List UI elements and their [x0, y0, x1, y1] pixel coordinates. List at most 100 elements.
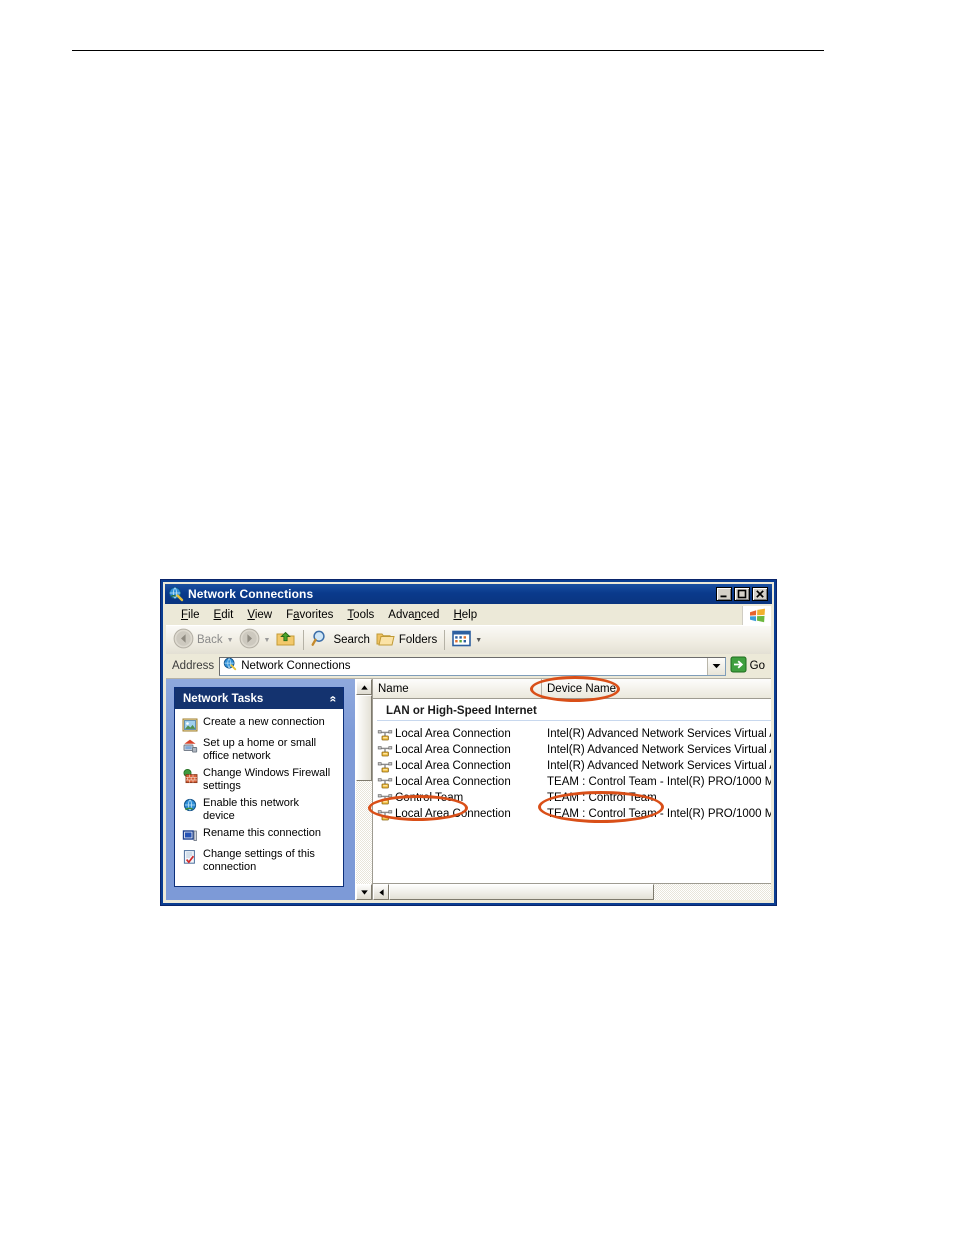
chevron-double-up-icon[interactable]: «: [327, 695, 341, 702]
forward-dropdown-icon[interactable]: ▼: [264, 637, 271, 644]
folders-icon: [376, 630, 396, 651]
forward-button[interactable]: [236, 628, 263, 652]
toolbar-separator-2: [444, 630, 446, 650]
lan-connection-icon: [377, 774, 393, 790]
back-label: Back: [197, 634, 223, 646]
group-header-lan: LAN or High-Speed Internet: [377, 701, 771, 721]
lan-connection-icon: [377, 790, 393, 806]
horizontal-scrollbar[interactable]: [373, 883, 771, 900]
go-button[interactable]: Go: [726, 656, 769, 676]
maximize-button[interactable]: [734, 587, 750, 601]
device-name: Intel(R) Advanced Network Services Virtu…: [547, 744, 771, 756]
column-header-name[interactable]: Name: [373, 679, 542, 698]
lan-connection-icon: [377, 758, 393, 774]
up-button[interactable]: [272, 628, 299, 652]
back-arrow-icon: [173, 628, 194, 652]
task-label: Set up a home or small office network: [203, 737, 317, 762]
folders-button[interactable]: Folders: [373, 628, 440, 652]
lan-connection-icon: [377, 726, 393, 742]
address-bar: Address Network Connections Go: [166, 654, 771, 678]
task-label: Rename this connection: [203, 827, 322, 839]
window-controls: [716, 587, 770, 601]
table-row[interactable]: Local Area Connection TEAM : Control Tea…: [373, 774, 771, 790]
device-name: Intel(R) Advanced Network Services Virtu…: [547, 728, 771, 740]
task-label: Enable this network device: [203, 797, 299, 822]
network-connections-window: Network Connections File Edit View Favor…: [160, 579, 777, 906]
device-name: TEAM : Control Team: [547, 792, 657, 804]
up-folder-icon: [275, 629, 296, 651]
task-label: Create a new connection: [203, 716, 325, 728]
menu-edit[interactable]: Edit: [207, 607, 241, 623]
address-dropdown-button[interactable]: [706, 657, 725, 675]
task-label: Change settings of this connection: [203, 848, 315, 873]
address-input[interactable]: Network Connections: [219, 656, 726, 676]
task-create-new-connection[interactable]: Create a new connection: [182, 716, 338, 733]
search-label: Search: [333, 634, 370, 646]
connection-name-cell: Control Team: [373, 790, 542, 806]
vertical-scrollbar[interactable]: [355, 679, 372, 900]
rename-icon: [182, 828, 198, 844]
views-icon: [452, 630, 472, 650]
connections-list-view: Name Device Name LAN or High-Speed Inter…: [372, 679, 771, 900]
menu-view[interactable]: View: [240, 607, 279, 623]
back-dropdown-icon[interactable]: ▼: [227, 637, 234, 644]
scroll-left-button[interactable]: [373, 884, 389, 900]
connection-rows: Local Area Connection Intel(R) Advanced …: [373, 721, 771, 822]
network-tasks-header[interactable]: Network Tasks «: [175, 688, 343, 709]
task-rename-connection[interactable]: Rename this connection: [182, 827, 338, 844]
network-tasks-title: Network Tasks: [183, 692, 264, 705]
connection-name: Local Area Connection: [395, 808, 511, 820]
views-button[interactable]: [449, 628, 474, 652]
task-enable-network-device[interactable]: Enable this network device: [182, 797, 338, 823]
client-area: Network Tasks « Create a new connection …: [166, 678, 771, 900]
device-name: Intel(R) Advanced Network Services Virtu…: [547, 760, 771, 772]
table-row[interactable]: Local Area Connection Intel(R) Advanced …: [373, 758, 771, 774]
scroll-up-button[interactable]: [356, 679, 372, 695]
table-row[interactable]: Control Team TEAM : Control Team: [373, 790, 771, 806]
connection-name-cell: Local Area Connection: [373, 806, 542, 822]
connection-name-cell: Local Area Connection: [373, 742, 542, 758]
task-change-firewall-settings[interactable]: Change Windows Firewall settings: [182, 767, 338, 793]
scroll-down-button[interactable]: [356, 884, 372, 900]
connection-name-cell: Local Area Connection: [373, 726, 542, 742]
table-row[interactable]: Local Area Connection Intel(R) Advanced …: [373, 742, 771, 758]
home-network-icon: [182, 738, 198, 754]
windows-flag-icon: [742, 605, 771, 625]
horizontal-scroll-thumb[interactable]: [389, 884, 654, 900]
toolbar-separator-1: [303, 630, 305, 650]
menu-favorites[interactable]: Favorites: [279, 607, 340, 623]
network-tasks-panel: Network Tasks « Create a new connection …: [174, 687, 344, 887]
connection-name: Control Team: [395, 792, 464, 804]
table-row[interactable]: Local Area Connection Intel(R) Advanced …: [373, 726, 771, 742]
go-label: Go: [749, 660, 765, 672]
column-header-row: Name Device Name: [373, 679, 771, 699]
vertical-scroll-thumb[interactable]: [356, 695, 372, 781]
task-change-settings[interactable]: Change settings of this connection: [182, 848, 338, 874]
firewall-icon: [182, 768, 198, 784]
search-button[interactable]: Search: [308, 628, 372, 652]
vertical-scroll-track[interactable]: [356, 695, 372, 884]
address-network-icon: [223, 657, 237, 676]
device-name: TEAM : Control Team - Intel(R) PRO/1000 …: [547, 776, 771, 788]
close-button[interactable]: [752, 587, 768, 601]
network-tasks-list: Create a new connection Set up a home or…: [175, 709, 343, 886]
go-arrow-icon: [730, 656, 747, 676]
menu-advanced[interactable]: Advanced: [381, 607, 446, 623]
minimize-button[interactable]: [716, 587, 732, 601]
connection-name-cell: Local Area Connection: [373, 758, 542, 774]
column-header-device-name[interactable]: Device Name: [542, 679, 771, 698]
connection-name: Local Area Connection: [395, 760, 511, 772]
toolbar: Back ▼ ▼ Search Folders ▼: [166, 626, 771, 654]
device-name: TEAM : Control Team - Intel(R) PRO/1000 …: [547, 808, 771, 820]
menu-bar: File Edit View Favorites Tools Advanced …: [166, 605, 771, 626]
menu-tools[interactable]: Tools: [340, 607, 381, 623]
horizontal-scroll-track[interactable]: [389, 884, 771, 900]
views-dropdown-icon[interactable]: ▼: [475, 637, 482, 644]
table-row[interactable]: Local Area Connection TEAM : Control Tea…: [373, 806, 771, 822]
menu-help[interactable]: Help: [446, 607, 484, 623]
menu-file[interactable]: File: [174, 607, 207, 623]
connection-name: Local Area Connection: [395, 776, 511, 788]
task-setup-home-network[interactable]: Set up a home or small office network: [182, 737, 338, 763]
network-globe-icon: [168, 586, 184, 602]
back-button[interactable]: Back: [170, 628, 226, 652]
